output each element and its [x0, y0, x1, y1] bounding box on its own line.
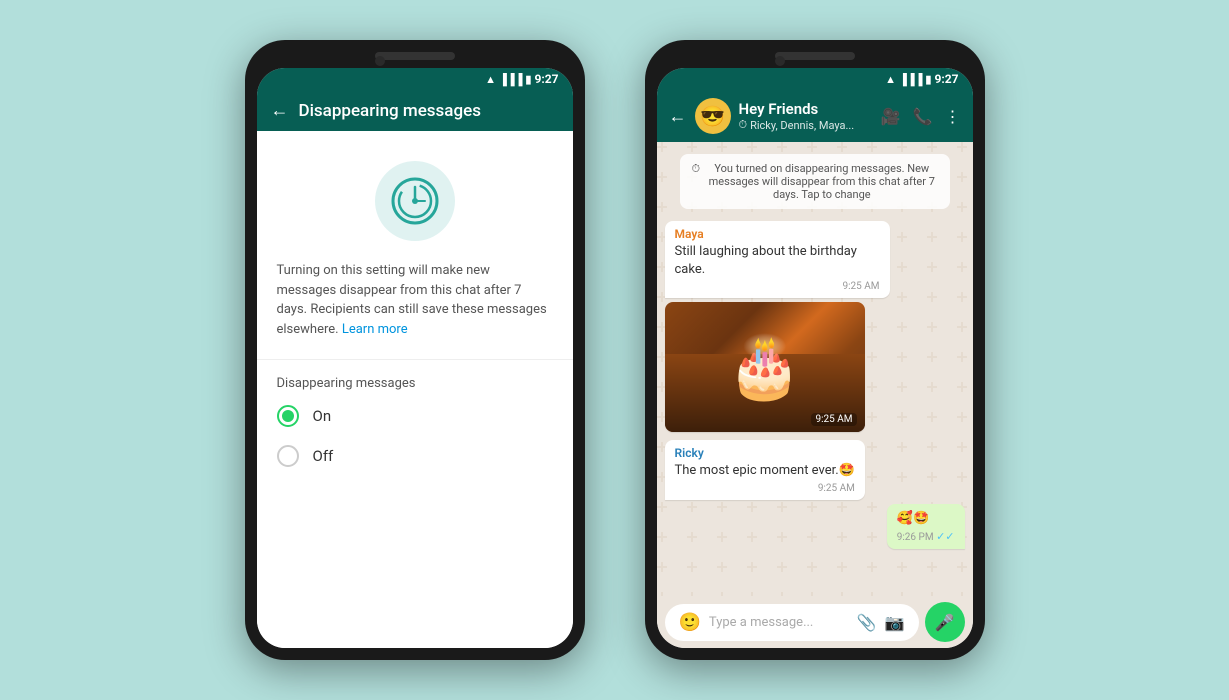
chat-actions: 🎥 📞 ⋮	[881, 107, 961, 126]
ricky-message: Ricky The most epic moment ever.🤩 9:25 A…	[665, 440, 865, 499]
radio-on[interactable]: On	[277, 405, 553, 427]
radio-off[interactable]: Off	[277, 445, 553, 467]
emoji-icon[interactable]: 🙂	[679, 612, 701, 633]
battery-icon: ▮	[525, 73, 531, 86]
timer-svg	[391, 177, 439, 225]
chat-header: ← 😎 Hey Friends ⏱ Ricky, Dennis, Maya...…	[657, 90, 973, 142]
right-battery-icon: ▮	[925, 73, 931, 86]
icon-section	[257, 131, 573, 261]
right-phone: ▲ ▐▐▐ ▮ 9:27 ← 😎 Hey Friends ⏱ Ricky, De…	[645, 40, 985, 660]
more-options-icon[interactable]: ⋮	[945, 107, 961, 126]
system-icon: ⏱	[692, 162, 701, 176]
outgoing-time: 9:26 PM ✓✓	[897, 530, 955, 543]
radio-off-label: Off	[313, 447, 334, 465]
right-status-bar: ▲ ▐▐▐ ▮ 9:27	[657, 68, 973, 90]
maya-message: Maya Still laughing about the birthday c…	[665, 221, 890, 298]
ricky-sender: Ricky	[675, 446, 855, 460]
left-phone: ▲ ▐▐▐ ▮ 9:27 ← Disappearing messages	[245, 40, 585, 660]
description-text: Turning on this setting will make new me…	[277, 263, 547, 337]
outgoing-message: 🥰🤩 9:26 PM ✓✓	[887, 504, 965, 549]
radio-off-button[interactable]	[277, 445, 299, 467]
group-name: Hey Friends	[739, 100, 873, 118]
right-phone-camera	[775, 56, 785, 66]
voice-call-icon[interactable]: 📞	[913, 107, 933, 126]
message-input-container[interactable]: 🙂 Type a message... 📎 📷	[665, 604, 919, 641]
page-title: Disappearing messages	[299, 101, 559, 121]
outgoing-text: 🥰🤩	[897, 510, 955, 528]
system-text: You turned on disappearing messages. New…	[706, 162, 937, 201]
settings-section: Disappearing messages On Off	[257, 360, 573, 501]
left-time: 9:27	[534, 72, 558, 86]
left-app-header: ← Disappearing messages	[257, 90, 573, 131]
chat-info: Hey Friends ⏱ Ricky, Dennis, Maya...	[739, 100, 873, 132]
disappear-icon: ⏱	[739, 118, 748, 132]
ricky-time: 9:25 AM	[675, 483, 855, 494]
timer-icon	[375, 161, 455, 241]
right-time: 9:27	[934, 72, 958, 86]
radio-on-label: On	[313, 407, 332, 425]
left-phone-camera	[375, 56, 385, 66]
left-status-bar: ▲ ▐▐▐ ▮ 9:27	[257, 68, 573, 90]
right-signal-icon: ▐▐▐	[899, 73, 922, 86]
signal-icon: ▐▐▐	[499, 73, 522, 86]
right-phone-screen: ▲ ▐▐▐ ▮ 9:27 ← 😎 Hey Friends ⏱ Ricky, De…	[657, 68, 973, 648]
video-call-icon[interactable]: 🎥	[881, 107, 901, 126]
left-content: Turning on this setting will make new me…	[257, 131, 573, 648]
group-avatar: 😎	[695, 98, 731, 134]
description-section: Turning on this setting will make new me…	[257, 261, 573, 360]
right-phone-speaker	[775, 52, 855, 60]
settings-label: Disappearing messages	[277, 376, 553, 391]
chat-body: ⏱ You turned on disappearing messages. N…	[657, 142, 973, 596]
chat-back-button[interactable]: ←	[669, 106, 687, 127]
maya-text: Still laughing about the birthday cake.	[675, 243, 880, 279]
left-status-icons: ▲ ▐▐▐ ▮ 9:27	[485, 72, 558, 86]
maya-sender: Maya	[675, 227, 880, 241]
right-status-icons: ▲ ▐▐▐ ▮ 9:27	[885, 72, 958, 86]
back-button[interactable]: ←	[271, 100, 289, 121]
system-message[interactable]: ⏱ You turned on disappearing messages. N…	[680, 154, 950, 209]
wifi-icon: ▲	[485, 73, 496, 86]
ricky-text: The most epic moment ever.🤩	[675, 462, 855, 480]
message-placeholder: Type a message...	[709, 615, 849, 630]
right-wifi-icon: ▲	[885, 73, 896, 86]
learn-more-link[interactable]: Learn more	[342, 322, 408, 337]
camera-icon[interactable]: 📷	[885, 613, 905, 632]
mic-button[interactable]: 🎤	[925, 602, 965, 642]
group-members: ⏱ Ricky, Dennis, Maya...	[739, 118, 873, 132]
chat-input-area: 🙂 Type a message... 📎 📷 🎤	[657, 596, 973, 648]
attach-icon[interactable]: 📎	[857, 613, 877, 632]
radio-on-button[interactable]	[277, 405, 299, 427]
maya-time: 9:25 AM	[675, 281, 880, 292]
left-phone-speaker	[375, 52, 455, 60]
image-time: 9:25 AM	[811, 413, 856, 426]
image-message: 9:25 AM	[665, 302, 865, 432]
read-receipts: ✓✓	[936, 530, 954, 543]
left-phone-screen: ▲ ▐▐▐ ▮ 9:27 ← Disappearing messages	[257, 68, 573, 648]
